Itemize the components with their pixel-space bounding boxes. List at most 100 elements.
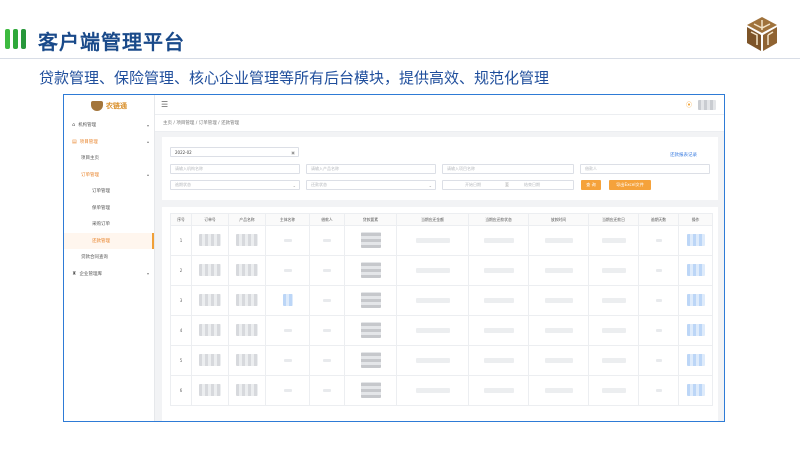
chevron-up-icon: ▴ [146, 139, 149, 145]
column-header: 产品名称 [228, 213, 266, 226]
row-action-cell[interactable] [678, 375, 713, 406]
sidebar-item[interactable]: 订单管理 [64, 183, 154, 200]
redacted-value [601, 297, 626, 303]
redacted-value [283, 359, 292, 362]
overdue-status-select[interactable]: 逾期状态 ⌄ [170, 180, 300, 190]
redacted-value [483, 267, 514, 273]
table-header-row: 序号 订单号 产品名称 主体名称 借款人 贷款要素 当期应还金额 当期应还款状态 放款时间 当期应… [170, 213, 713, 226]
row-index: 6 [170, 375, 192, 406]
chevron-down-icon: ▾ [146, 271, 149, 277]
row-action-cell[interactable] [678, 285, 713, 316]
redacted-cell [191, 255, 229, 286]
sidebar-item[interactable]: ⌂ 机构管理 ▾ [64, 117, 154, 134]
sidebar-item[interactable]: ▤ 项目管理 ▴ [64, 134, 154, 151]
app-logo[interactable]: 农链通 [64, 95, 154, 117]
redacted-cell [468, 345, 529, 376]
redacted-value [415, 237, 450, 243]
row-index: 1 [170, 225, 192, 256]
sidebar-item[interactable]: 项目主页 [64, 150, 154, 167]
redacted-action-link[interactable] [686, 324, 705, 336]
redacted-value [199, 234, 221, 246]
month-picker[interactable]: 2022-02 ▣ [170, 147, 299, 157]
redacted-value [544, 267, 573, 273]
redacted-cell [344, 375, 397, 406]
redacted-value [323, 329, 331, 332]
sidebar-item-label: 订单管理 [92, 189, 110, 195]
redacted-cell [638, 315, 679, 346]
app-logo-icon [91, 101, 103, 111]
redacted-value [323, 359, 331, 362]
sidebar-item[interactable]: 还款管理 [64, 232, 154, 249]
redacted-cell [396, 315, 469, 346]
redacted-action-link[interactable] [686, 294, 705, 306]
title-divider [0, 58, 800, 59]
redacted-cell [528, 345, 589, 376]
redacted-value [236, 384, 258, 396]
redacted-cell [228, 255, 266, 286]
export-excel-button[interactable]: 导出Excel文件 [609, 180, 651, 190]
redacted-value [283, 269, 292, 272]
redacted-action-link[interactable] [686, 264, 705, 276]
redacted-cell [638, 285, 679, 316]
column-header: 订单号 [191, 213, 229, 226]
redacted-cell [468, 285, 529, 316]
redacted-cell [396, 375, 469, 406]
redacted-cell [228, 225, 266, 256]
sidebar-menu: ⌂ 机构管理 ▾ ▤ 项目管理 ▴ 项目主页订单管理 ▴ 订单管理保单管理 采购订单 还款管理 贷款合… [64, 117, 154, 282]
row-action-cell[interactable] [678, 345, 713, 376]
redacted-value [544, 237, 573, 243]
redacted-cell [344, 345, 397, 376]
date-range-picker[interactable]: 开始日期 至 结束日期 [442, 180, 574, 190]
redacted-cell [265, 315, 310, 346]
sidebar-item[interactable]: 贷款合同查询 [64, 249, 154, 266]
redacted-cell [638, 225, 679, 256]
redacted-value [483, 297, 514, 303]
redacted-cell [468, 315, 529, 346]
product-name-input[interactable]: 请输入产品名称 [306, 164, 436, 174]
search-button[interactable]: 查 询 [581, 180, 601, 190]
redacted-value [323, 269, 331, 272]
overdue-status-placeholder: 逾期状态 [175, 182, 191, 187]
menu-toggle-icon[interactable]: ☰ [161, 100, 168, 109]
repayment-table: 序号 订单号 产品名称 主体名称 借款人 贷款要素 当期应还金额 当期应还款状态 放款时间 当期应… [170, 213, 713, 406]
redacted-cell [309, 345, 345, 376]
notification-icon[interactable]: ⦿ [686, 100, 692, 109]
redacted-value [415, 327, 450, 333]
redacted-action-link[interactable] [686, 384, 705, 396]
sidebar-item[interactable]: 保单管理 [64, 200, 154, 217]
project-name-input[interactable]: 请输入项目名称 [442, 164, 574, 174]
table-row: 1 [170, 225, 713, 256]
redacted-action-link[interactable] [686, 354, 705, 366]
sidebar-item[interactable]: ♜ 企业管理库 ▾ [64, 266, 154, 283]
redacted-value [655, 359, 662, 362]
redacted-cell [528, 375, 589, 406]
repayment-records-link[interactable]: 还款报表记录 [670, 152, 697, 158]
row-action-cell[interactable] [678, 255, 713, 286]
org-name-input[interactable]: 请输入机构名称 [170, 164, 300, 174]
slide: 客户端管理平台 贷款管理、保险管理、核心企业管理等所有后台模块，提供高效、规范化… [0, 0, 800, 450]
redacted-cell [265, 375, 310, 406]
redacted-cell [468, 375, 529, 406]
redacted-value [655, 239, 662, 242]
row-action-cell[interactable] [678, 225, 713, 256]
repay-status-select[interactable]: 还款状态 ⌄ [306, 180, 436, 190]
sidebar-item[interactable]: 采购订单 [64, 216, 154, 233]
sidebar-item[interactable]: 订单管理 ▴ [64, 167, 154, 184]
row-action-cell[interactable] [678, 315, 713, 346]
redacted-cell [265, 255, 310, 286]
redacted-cell [396, 255, 469, 286]
redacted-value [415, 357, 450, 363]
redacted-action-link[interactable] [686, 234, 705, 246]
redacted-value [544, 357, 573, 363]
redacted-value [323, 389, 331, 392]
redacted-cell [344, 255, 397, 286]
redacted-value [415, 267, 450, 273]
redacted-cell [191, 225, 229, 256]
redacted-cell [588, 225, 639, 256]
sidebar-item-label: 项目主页 [81, 156, 99, 162]
borrower-input[interactable]: 借款人 [580, 164, 710, 174]
column-header: 当期应还款日 [588, 213, 639, 226]
redacted-value [283, 239, 292, 242]
user-avatar[interactable] [698, 100, 716, 110]
redacted-value [236, 354, 258, 366]
